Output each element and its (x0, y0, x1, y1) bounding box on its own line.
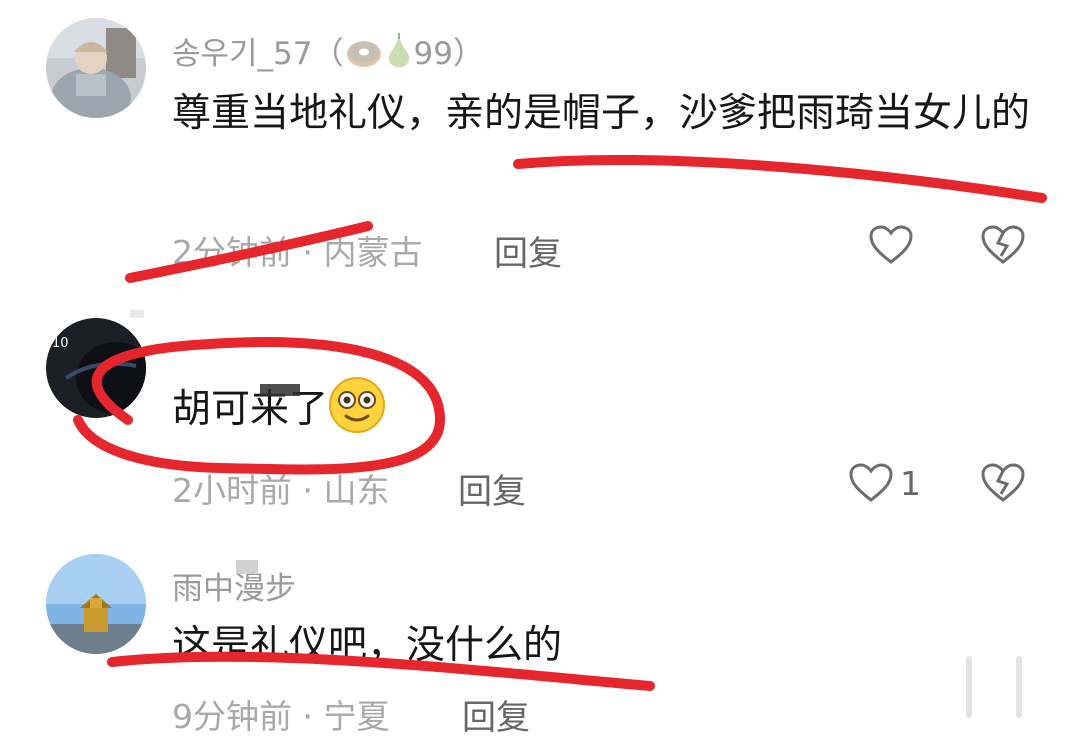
meta-separator: · (292, 233, 324, 272)
reply-button[interactable]: 回复 (462, 690, 530, 739)
reply-button[interactable]: 回复 (458, 464, 526, 513)
username-redacted (130, 310, 144, 318)
comment-meta: 9分钟前 · 宁夏 (172, 690, 389, 738)
donut-icon (344, 36, 384, 78)
reply-button[interactable]: 回复 (494, 226, 562, 275)
pear-icon (384, 32, 414, 78)
broken-heart-icon[interactable] (980, 224, 1026, 266)
comment-content: 这是礼仪吧，没什么的 (172, 623, 563, 668)
username-redacted (236, 560, 258, 574)
comment-location: 内蒙古 (323, 233, 423, 272)
text-redacted (260, 384, 300, 396)
comment-content: 尊重当地礼仪，亲的是帽子，沙爹把雨琦当女儿的 (172, 91, 1031, 136)
comment-content: 胡可来了 (172, 374, 1032, 446)
user-avatar[interactable]: 10 (46, 318, 146, 418)
badge-value: 99） (413, 36, 484, 72)
heart-icon[interactable] (868, 224, 914, 266)
meta-separator: · (292, 697, 324, 736)
comment-meta: 2分钟前 · 内蒙古 (172, 226, 422, 274)
user-avatar[interactable] (46, 18, 146, 118)
comment-meta: 2小时前 · 山东 (172, 464, 389, 512)
red-underline-1 (513, 154, 1047, 203)
meta-separator: · (292, 471, 324, 510)
username[interactable]: 雨中漫步 (172, 563, 296, 608)
user-avatar[interactable] (46, 554, 146, 654)
scroll-indicator[interactable] (1016, 656, 1022, 718)
comment-time: 2分钟前 (172, 233, 292, 272)
comment-time: 2小时前 (172, 471, 292, 510)
comment-time: 9分钟前 (172, 697, 292, 736)
smile-emoji-icon (328, 376, 386, 434)
comment-content-text: 胡可来了 (172, 387, 329, 432)
like-count: 1 (900, 464, 921, 503)
username-text: 송우기_57（ (172, 36, 344, 72)
broken-heart-icon[interactable] (980, 462, 1026, 504)
heart-icon[interactable] (848, 462, 894, 504)
comment-location: 山东 (323, 471, 390, 510)
avatar-label: 10 (52, 336, 69, 351)
scroll-indicator[interactable] (966, 656, 972, 718)
comment-location: 宁夏 (323, 697, 390, 736)
username[interactable]: 송우기_57（ 99） (172, 28, 484, 78)
